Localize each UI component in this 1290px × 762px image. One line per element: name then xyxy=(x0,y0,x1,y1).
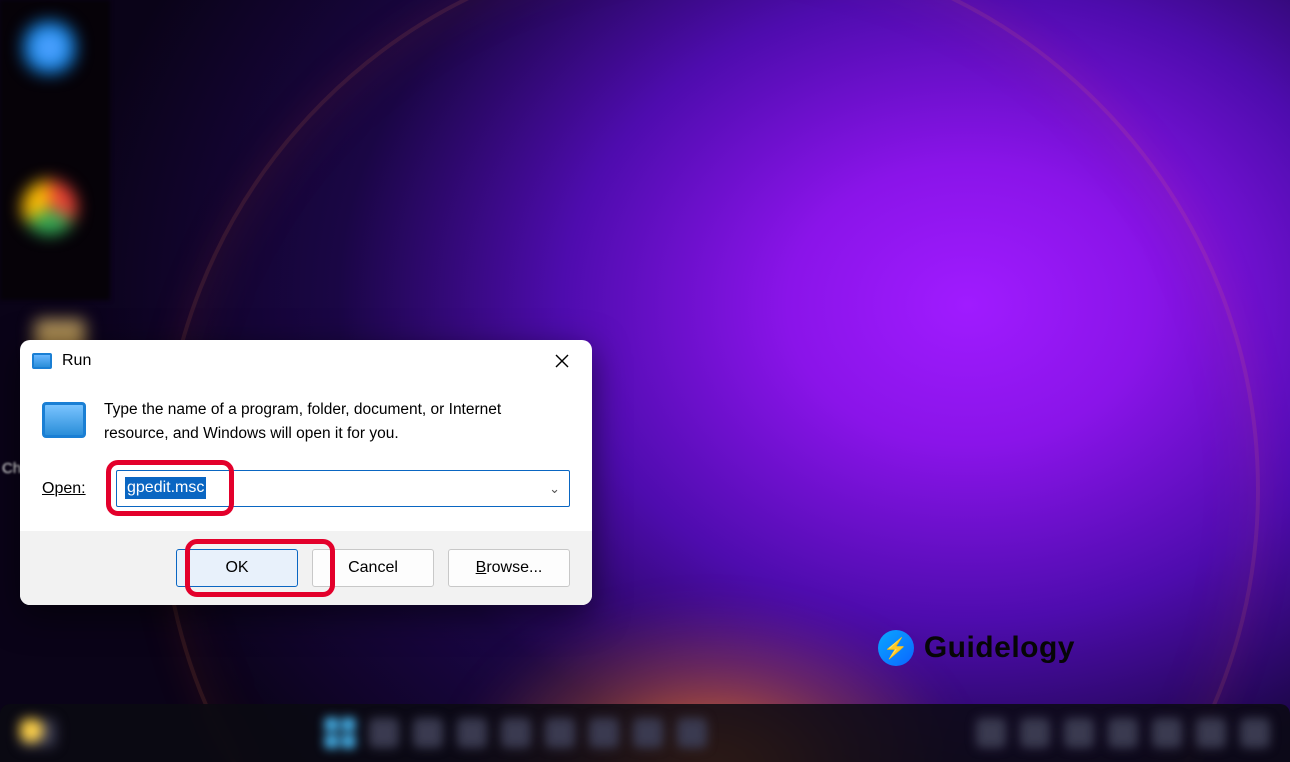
taskbar-tray-icon[interactable] xyxy=(1240,718,1270,748)
taskbar-app-icon[interactable] xyxy=(457,718,487,748)
dialog-description: Type the name of a program, folder, docu… xyxy=(104,398,570,446)
taskbar-tray-icon[interactable] xyxy=(1020,718,1050,748)
run-dialog: Run Type the name of a program, folder, … xyxy=(20,340,592,605)
taskbar-app-icon[interactable] xyxy=(589,718,619,748)
open-row: Open: gpedit.msc ⌄ xyxy=(20,470,592,531)
taskbar-app-icon[interactable] xyxy=(501,718,531,748)
start-button[interactable] xyxy=(325,718,355,748)
desktop-icon-chrome[interactable] xyxy=(22,180,77,235)
taskbar-app-icon[interactable] xyxy=(545,718,575,748)
desktop-label-fragment: Ch xyxy=(2,460,21,477)
taskbar-weather-icon[interactable] xyxy=(20,719,56,747)
cancel-button[interactable]: Cancel xyxy=(312,549,434,587)
open-combo-wrap: gpedit.msc ⌄ xyxy=(116,470,570,507)
taskbar-app-icon[interactable] xyxy=(677,718,707,748)
ok-button[interactable]: OK xyxy=(176,549,298,587)
taskbar-app-icon[interactable] xyxy=(413,718,443,748)
dialog-body: Type the name of a program, folder, docu… xyxy=(20,380,592,470)
taskbar[interactable] xyxy=(0,704,1290,762)
taskbar-center xyxy=(325,718,707,748)
taskbar-tray-icon[interactable] xyxy=(1196,718,1226,748)
taskbar-tray-icon[interactable] xyxy=(1108,718,1138,748)
button-bar: OK Cancel Browse... xyxy=(20,531,592,605)
close-icon xyxy=(555,354,569,368)
taskbar-left xyxy=(20,719,56,747)
close-button[interactable] xyxy=(542,346,582,376)
taskbar-tray-icon[interactable] xyxy=(1152,718,1182,748)
taskbar-tray-icon[interactable] xyxy=(976,718,1006,748)
dialog-title: Run xyxy=(62,352,91,370)
watermark: ⚡ Guidelogy xyxy=(878,630,1075,666)
open-input[interactable]: gpedit.msc xyxy=(116,470,570,507)
taskbar-app-icon[interactable] xyxy=(369,718,399,748)
taskbar-app-icon[interactable] xyxy=(633,718,663,748)
run-large-icon xyxy=(42,402,86,438)
open-input-value: gpedit.msc xyxy=(125,477,206,499)
taskbar-tray-icon[interactable] xyxy=(1064,718,1094,748)
run-icon xyxy=(32,353,52,369)
watermark-logo-icon: ⚡ xyxy=(878,630,914,666)
browse-button[interactable]: Browse... xyxy=(448,549,570,587)
titlebar[interactable]: Run xyxy=(20,340,592,380)
taskbar-right xyxy=(976,718,1270,748)
desktop-icon-edge[interactable] xyxy=(22,20,77,75)
watermark-text: Guidelogy xyxy=(924,631,1075,665)
open-label: Open: xyxy=(42,480,98,498)
